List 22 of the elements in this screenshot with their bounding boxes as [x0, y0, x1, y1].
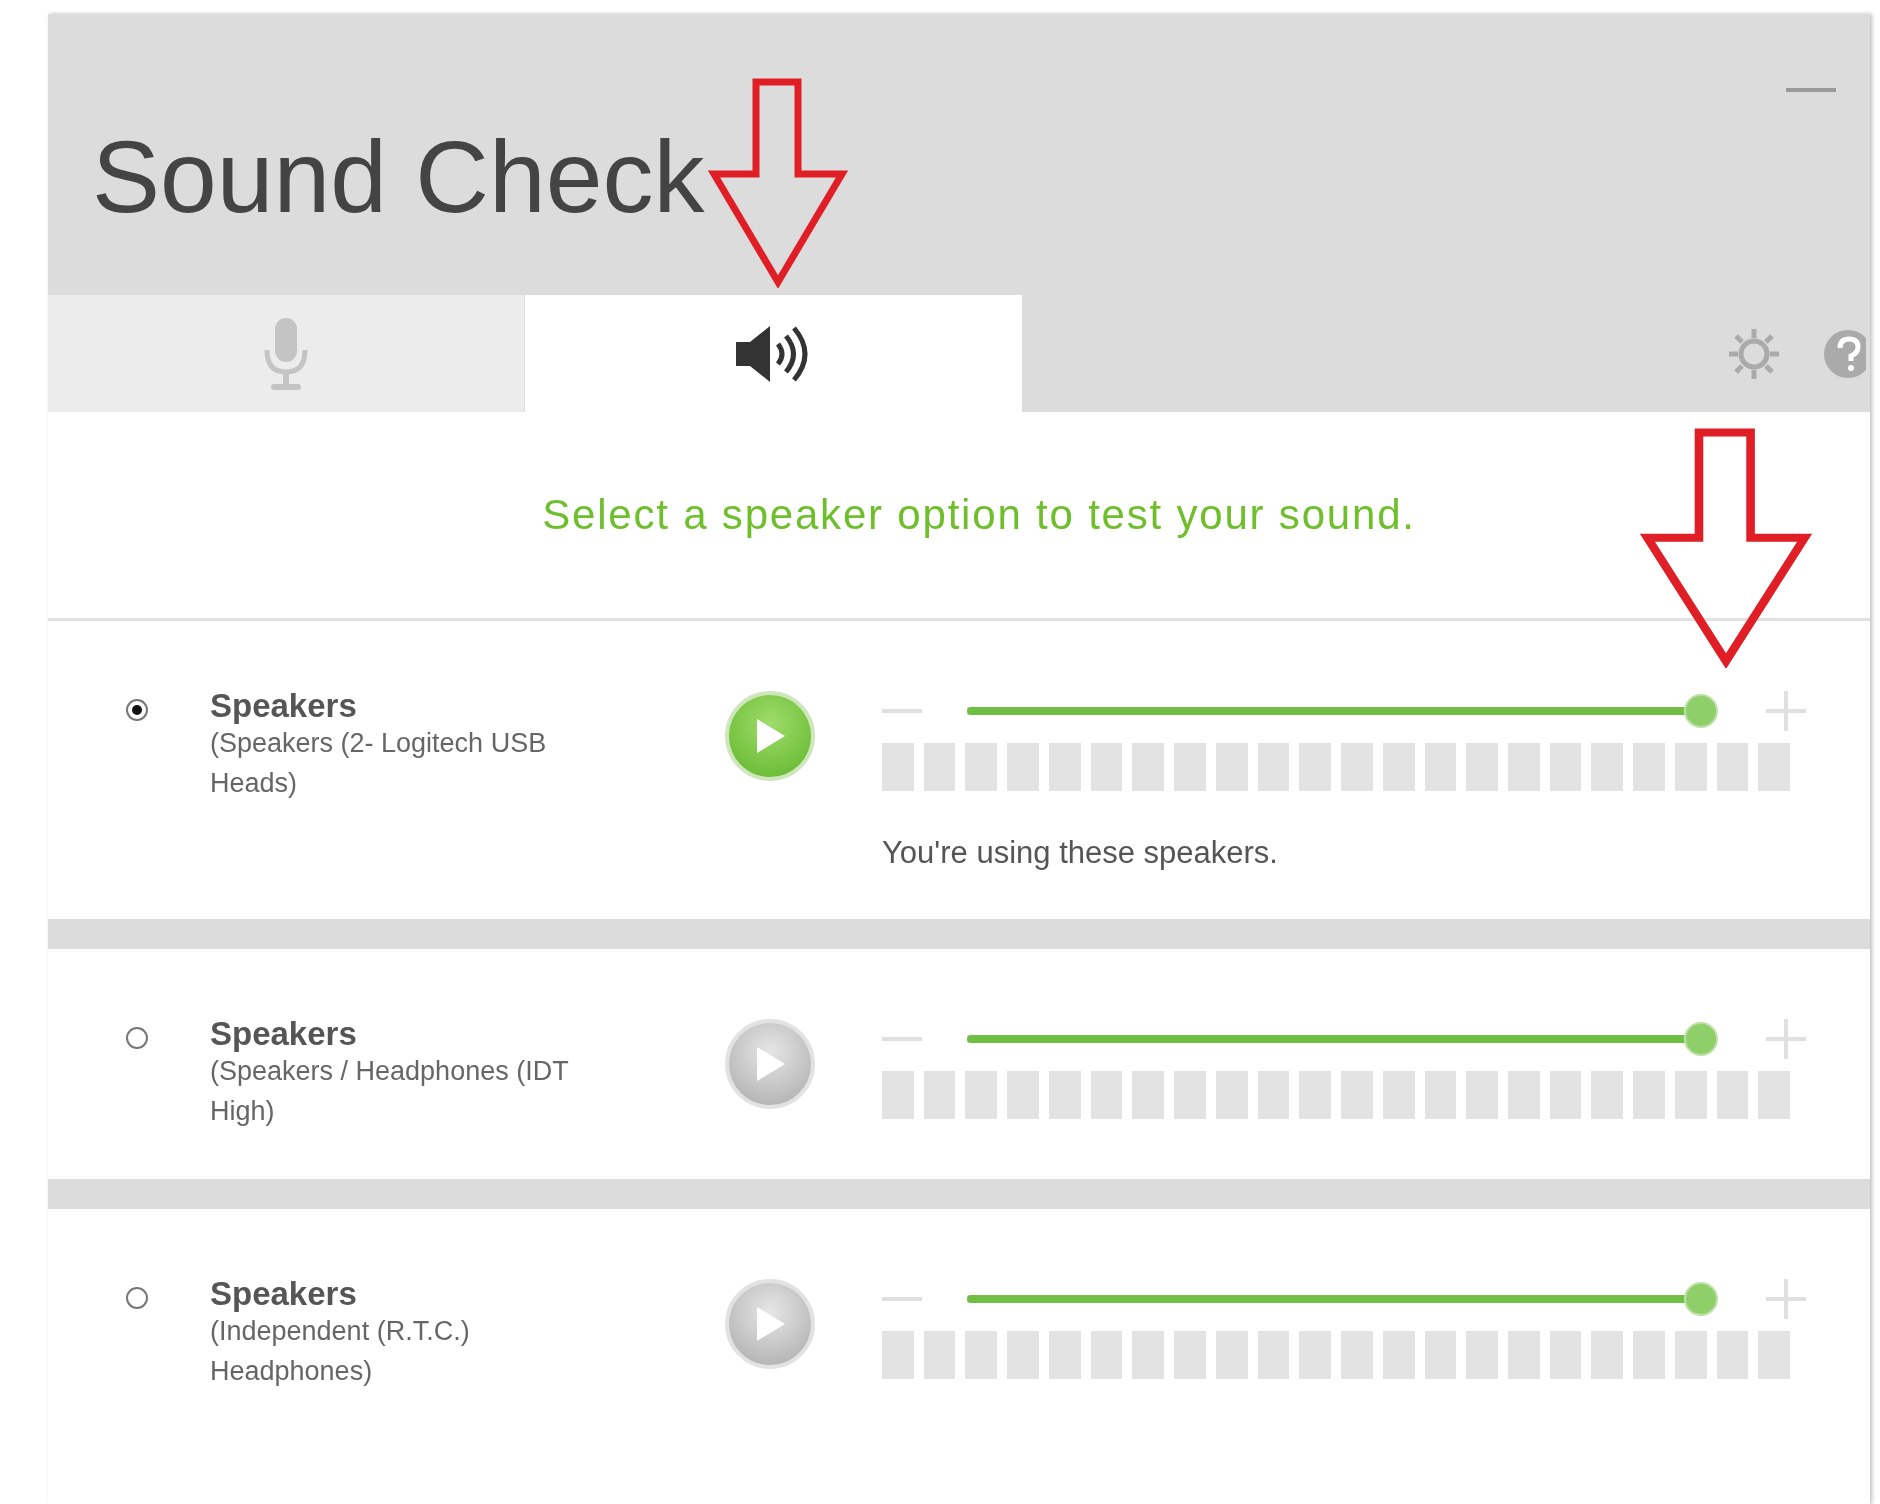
status-text: You're using these speakers.	[882, 835, 1278, 871]
slider-thumb[interactable]	[1684, 1282, 1718, 1316]
plus-icon[interactable]	[1766, 1279, 1806, 1319]
slider-thumb[interactable]	[1684, 1022, 1718, 1056]
device-detail: (Speakers / Headphones (IDT High)	[210, 1055, 570, 1128]
device-detail: (Speakers (2- Logitech USB Heads)	[210, 727, 548, 800]
radio-button[interactable]	[126, 699, 148, 721]
radio-button[interactable]	[126, 1287, 148, 1309]
device-name: Speakers	[210, 687, 358, 725]
minimize-button[interactable]	[1786, 88, 1836, 92]
device-detail: (Independent (R.T.C.) Headphones)	[210, 1315, 471, 1388]
plus-icon[interactable]	[1766, 691, 1806, 731]
plus-icon[interactable]	[1766, 1019, 1806, 1059]
window-title: Sound Check	[92, 126, 705, 228]
device-name: Speakers	[210, 1275, 358, 1313]
slider-thumb[interactable]	[1684, 694, 1718, 728]
speaker-tab[interactable]	[524, 295, 1022, 412]
microphone-icon	[263, 315, 309, 392]
help-icon[interactable]	[1822, 327, 1866, 380]
device-name: Speakers	[210, 1015, 358, 1053]
instruction-text: Select a speaker option to test your sound.	[541, 491, 1416, 539]
radio-button[interactable]	[126, 1027, 148, 1049]
